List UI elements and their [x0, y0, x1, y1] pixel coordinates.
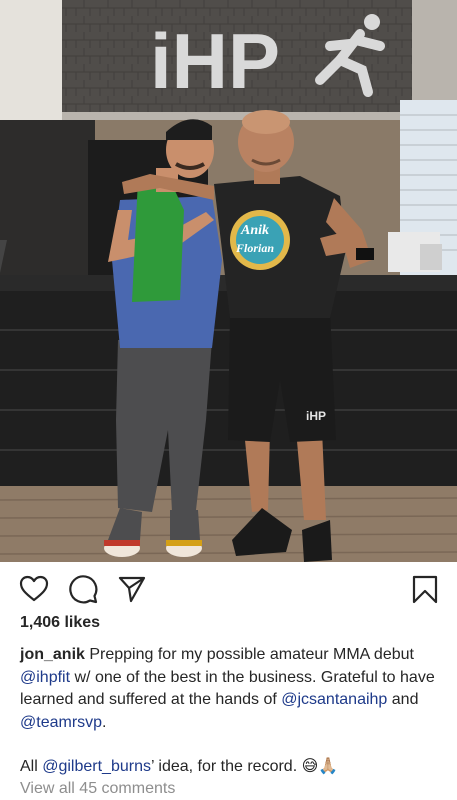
- mention-gilbert-burns[interactable]: @gilbert_burns: [42, 758, 151, 775]
- caption-paragraph-1: jon_anik Prepping for my possible amateu…: [20, 644, 445, 734]
- shorts-logo-text: iHP: [306, 409, 326, 423]
- instagram-post: iHP iHP Anik Florian 1,406 likes jon_ani…: [0, 0, 457, 800]
- bookmark-icon[interactable]: [410, 574, 440, 604]
- caption-text: ’ idea, for the record.: [150, 758, 302, 775]
- mention-teamrsvp[interactable]: @teamrsvp: [20, 714, 102, 731]
- comment-icon[interactable]: [68, 574, 98, 604]
- view-comments-link[interactable]: View all 45 comments: [20, 780, 175, 798]
- gym-photo-illustration: iHP iHP Anik Florian: [0, 0, 457, 562]
- mention-jcsantanaihp[interactable]: @jcsantanaihp: [281, 691, 387, 708]
- post-caption: jon_anik Prepping for my possible amateu…: [20, 644, 445, 779]
- likes-count[interactable]: 1,406 likes: [20, 614, 100, 632]
- shirt-text-line2: Florian: [235, 241, 274, 255]
- caption-text: All: [20, 758, 43, 775]
- mention-ihpfit[interactable]: @ihpfit: [20, 669, 70, 686]
- action-bar: [0, 562, 457, 614]
- heart-icon[interactable]: [19, 574, 49, 604]
- caption-text: and: [387, 691, 419, 708]
- caption-text: Prepping for my possible amateur MMA deb…: [84, 646, 414, 663]
- post-photo[interactable]: iHP iHP Anik Florian: [0, 0, 457, 562]
- caption-text: .: [102, 713, 107, 731]
- caption-emojis: 😅🙏🏼: [301, 758, 339, 775]
- caption-paragraph-2: All @gilbert_burns’ idea, for the record…: [20, 756, 445, 779]
- shirt-text-line1: Anik: [240, 223, 269, 238]
- sign-text: iHP: [150, 17, 280, 105]
- caption-username[interactable]: jon_anik: [20, 646, 85, 663]
- send-icon[interactable]: [117, 574, 147, 604]
